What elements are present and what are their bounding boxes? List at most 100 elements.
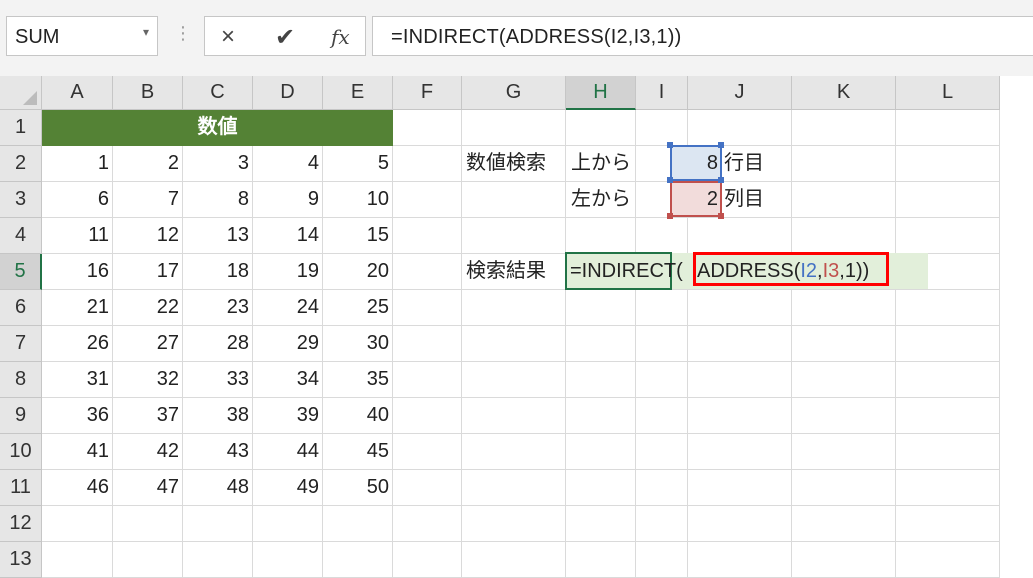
row-header[interactable]: 11 xyxy=(0,470,42,506)
grid-cell[interactable] xyxy=(462,110,566,146)
grid-cell[interactable] xyxy=(896,506,1000,542)
data-cell[interactable]: 23 xyxy=(183,290,253,326)
grid-cell[interactable] xyxy=(393,434,462,470)
row-header[interactable]: 13 xyxy=(0,542,42,578)
grid-cell[interactable] xyxy=(393,110,462,146)
data-cell[interactable]: 16 xyxy=(42,254,113,290)
data-cell[interactable]: 6 xyxy=(42,182,113,218)
data-cell[interactable]: 7 xyxy=(113,182,183,218)
data-cell[interactable]: 36 xyxy=(42,398,113,434)
data-cell[interactable]: 38 xyxy=(183,398,253,434)
cell-I3-referenced[interactable]: 2 xyxy=(670,181,722,217)
grid-cell[interactable] xyxy=(323,506,393,542)
data-cell[interactable]: 24 xyxy=(253,290,323,326)
grid-cell[interactable] xyxy=(113,542,183,578)
grid-cell[interactable] xyxy=(688,362,792,398)
grid-cell[interactable] xyxy=(636,326,688,362)
grid-cell[interactable] xyxy=(792,434,896,470)
data-cell[interactable]: 46 xyxy=(42,470,113,506)
cancel-icon[interactable]: × xyxy=(221,23,235,51)
grid-cell[interactable] xyxy=(393,146,462,182)
data-cell[interactable]: 11 xyxy=(42,218,113,254)
grid-cell[interactable] xyxy=(566,326,636,362)
grid-cell[interactable] xyxy=(393,470,462,506)
row-header[interactable]: 8 xyxy=(0,362,42,398)
grid-cell[interactable] xyxy=(462,506,566,542)
grid-cell[interactable] xyxy=(566,290,636,326)
ref-handle[interactable] xyxy=(667,142,673,148)
column-header[interactable]: C xyxy=(183,76,253,110)
grid-cell[interactable] xyxy=(688,290,792,326)
grid-cell[interactable] xyxy=(792,290,896,326)
ref-handle[interactable] xyxy=(667,213,673,219)
grid-cell[interactable] xyxy=(393,182,462,218)
row-header[interactable]: 12 xyxy=(0,506,42,542)
grid-cell[interactable] xyxy=(896,290,1000,326)
row-header[interactable]: 10 xyxy=(0,434,42,470)
grid-cell[interactable] xyxy=(393,326,462,362)
chevron-down-icon[interactable]: ▾ xyxy=(143,25,149,39)
data-cell[interactable]: 10 xyxy=(323,182,393,218)
column-header[interactable]: H xyxy=(566,76,636,110)
cell-I2-referenced[interactable]: 8 xyxy=(670,145,722,181)
grid-cell[interactable] xyxy=(688,542,792,578)
grid-cell[interactable] xyxy=(113,506,183,542)
column-header[interactable]: E xyxy=(323,76,393,110)
column-header[interactable]: K xyxy=(792,76,896,110)
column-header[interactable]: L xyxy=(896,76,1000,110)
data-cell[interactable]: 4 xyxy=(253,146,323,182)
row-header[interactable]: 9 xyxy=(0,398,42,434)
data-cell[interactable]: 26 xyxy=(42,326,113,362)
grid-cell[interactable] xyxy=(896,542,1000,578)
data-cell[interactable]: 18 xyxy=(183,254,253,290)
data-cell[interactable]: 1 xyxy=(42,146,113,182)
data-cell[interactable]: 37 xyxy=(113,398,183,434)
grid-cell[interactable] xyxy=(792,326,896,362)
grid-cell[interactable] xyxy=(792,398,896,434)
grid-cell[interactable] xyxy=(393,362,462,398)
grid-cell[interactable] xyxy=(183,542,253,578)
grid-cell[interactable] xyxy=(393,398,462,434)
data-cell[interactable]: 5 xyxy=(323,146,393,182)
insert-function-icon[interactable]: fx xyxy=(331,25,350,49)
data-cell[interactable]: 49 xyxy=(253,470,323,506)
data-cell[interactable]: 14 xyxy=(253,218,323,254)
column-header[interactable]: F xyxy=(393,76,462,110)
grid-cell[interactable] xyxy=(636,362,688,398)
data-cell[interactable]: 40 xyxy=(323,398,393,434)
data-cell[interactable]: 50 xyxy=(323,470,393,506)
grid-cell[interactable] xyxy=(688,110,792,146)
data-cell[interactable]: 30 xyxy=(323,326,393,362)
data-cell[interactable]: 47 xyxy=(113,470,183,506)
data-cell[interactable]: 25 xyxy=(323,290,393,326)
grid-cell[interactable] xyxy=(323,542,393,578)
grid-cell[interactable] xyxy=(566,434,636,470)
drag-handle-icon[interactable]: ⋮ xyxy=(174,24,192,42)
ref-handle[interactable] xyxy=(718,213,724,219)
column-header[interactable]: A xyxy=(42,76,113,110)
grid-cell[interactable] xyxy=(253,506,323,542)
data-cell[interactable]: 15 xyxy=(323,218,393,254)
data-cell[interactable]: 22 xyxy=(113,290,183,326)
grid-cell[interactable] xyxy=(462,362,566,398)
column-header[interactable]: G xyxy=(462,76,566,110)
grid-cell[interactable] xyxy=(566,110,636,146)
column-header[interactable]: I xyxy=(636,76,688,110)
grid-cell[interactable] xyxy=(462,398,566,434)
data-cell[interactable]: 20 xyxy=(323,254,393,290)
grid-cell[interactable] xyxy=(636,506,688,542)
grid-cell[interactable] xyxy=(183,506,253,542)
row-header[interactable]: 4 xyxy=(0,218,42,254)
grid-cell[interactable] xyxy=(636,470,688,506)
data-cell[interactable]: 41 xyxy=(42,434,113,470)
data-cell[interactable]: 32 xyxy=(113,362,183,398)
grid-cell[interactable] xyxy=(896,362,1000,398)
grid-cell[interactable] xyxy=(393,218,462,254)
row-header[interactable]: 7 xyxy=(0,326,42,362)
grid-cell[interactable] xyxy=(462,326,566,362)
data-cell[interactable]: 28 xyxy=(183,326,253,362)
grid-cell[interactable] xyxy=(42,542,113,578)
grid-cell[interactable] xyxy=(896,470,1000,506)
data-cell[interactable]: 45 xyxy=(323,434,393,470)
data-cell[interactable]: 34 xyxy=(253,362,323,398)
